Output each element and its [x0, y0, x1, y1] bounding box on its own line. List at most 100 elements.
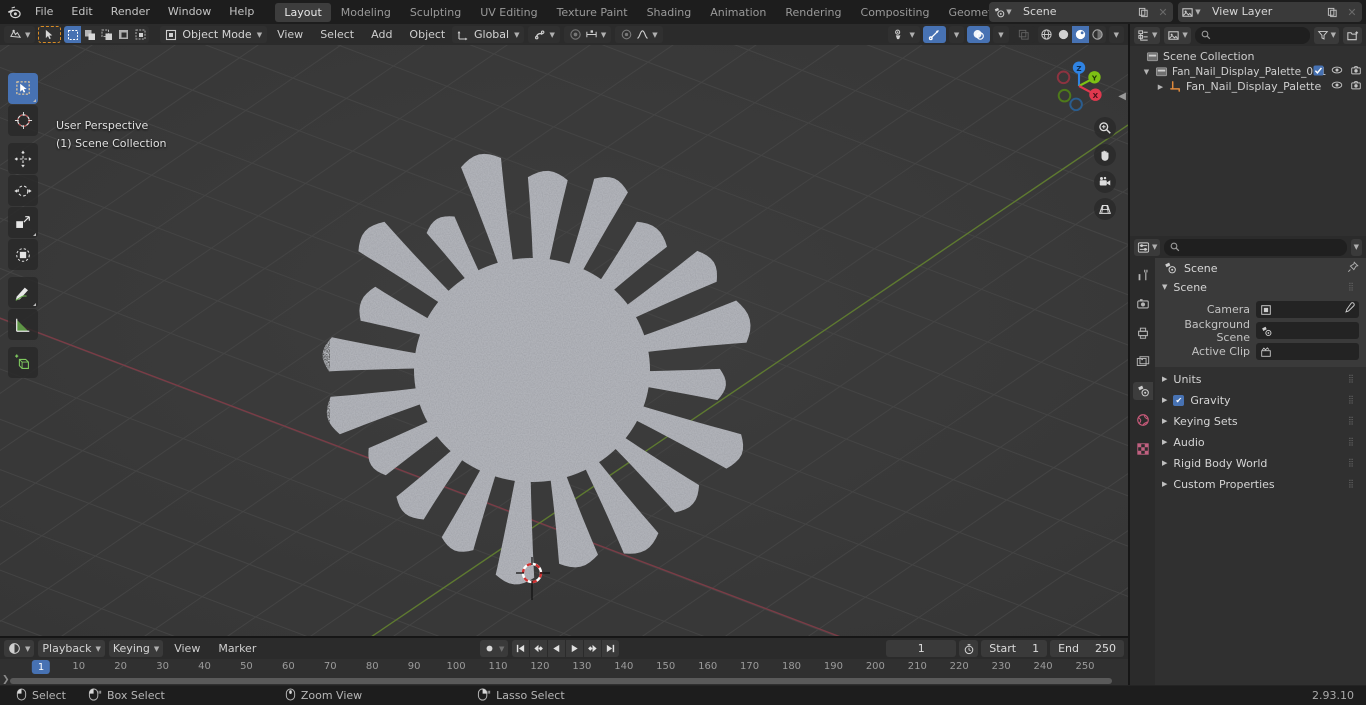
measure-tool[interactable]	[8, 309, 38, 340]
outliner-display-mode-button[interactable]: ▼	[1164, 26, 1191, 44]
panel-header-audio[interactable]: ▶ Audio ⣿	[1155, 433, 1366, 451]
grid-icon[interactable]	[1094, 198, 1116, 220]
eye-icon[interactable]	[1331, 64, 1343, 79]
scene-selector[interactable]: ▼ Scene ✕	[989, 2, 1173, 22]
outliner-editor-type-button[interactable]: ▼	[1134, 26, 1161, 44]
workspace-tab-animation[interactable]: Animation	[701, 3, 775, 22]
playback-dropdown[interactable]: Playback ▼	[38, 640, 105, 657]
tweak-mode-button[interactable]	[38, 26, 62, 43]
outliner-row-object[interactable]: ▶ Fan_Nail_Display_Palette	[1130, 79, 1366, 94]
outliner-search-input[interactable]	[1194, 26, 1310, 44]
shading-solid-icon[interactable]	[1055, 26, 1072, 43]
world-tab[interactable]	[1133, 411, 1153, 429]
select-subtract-icon[interactable]	[98, 26, 115, 43]
play-reverse-button[interactable]	[548, 640, 566, 657]
panel-header-rigid-body-world[interactable]: ▶ Rigid Body World ⣿	[1155, 454, 1366, 472]
workspace-tab-shading[interactable]: Shading	[638, 3, 701, 22]
move-tool[interactable]	[8, 143, 38, 174]
select-intersect-icon[interactable]	[132, 26, 149, 43]
eye-icon[interactable]	[1331, 79, 1343, 94]
gizmo-dropdown[interactable]: ▼	[948, 26, 965, 43]
scroll-expand-icon[interactable]: ❯	[2, 675, 10, 685]
blender-logo-icon[interactable]	[0, 0, 26, 24]
shading-rendered-icon[interactable]	[1089, 26, 1106, 43]
view-layer-icon[interactable]: ▼	[1178, 2, 1204, 22]
workspace-tab-modeling[interactable]: Modeling	[332, 3, 400, 22]
snap-magnet-button[interactable]: ▼	[528, 26, 560, 43]
panel-drag-handle[interactable]: ⣿	[1348, 375, 1360, 383]
panel-header-units[interactable]: ▶ Units ⣿	[1155, 370, 1366, 388]
properties-options-dropdown[interactable]: ▼	[1350, 238, 1362, 256]
workspace-tab-texture-paint[interactable]: Texture Paint	[548, 3, 637, 22]
next-keyframe-button[interactable]	[584, 640, 602, 657]
timeline-menu-marker[interactable]: Marker	[211, 640, 263, 657]
scene-icon[interactable]: ▼	[989, 2, 1015, 22]
remove-view-layer-button[interactable]: ✕	[1342, 2, 1362, 22]
panel-drag-handle[interactable]: ⣿	[1348, 459, 1360, 467]
show-gizmo-button[interactable]	[922, 26, 946, 43]
new-scene-button[interactable]	[1133, 2, 1153, 22]
shading-material-preview-icon[interactable]	[1071, 26, 1089, 43]
panel-header-custom-properties[interactable]: ▶ Custom Properties ⣿	[1155, 475, 1366, 493]
editor-type-button[interactable]: ▼	[4, 26, 36, 43]
current-frame-field[interactable]: 1	[886, 640, 957, 657]
menu-window[interactable]: Window	[159, 0, 220, 24]
new-collection-button[interactable]	[1343, 26, 1362, 44]
timeline-ruler[interactable]: 1 10 20 30 40 50 60 70 80 90 100 110 120 130 140 150 16…	[0, 659, 1128, 675]
eyedropper-icon[interactable]	[1343, 302, 1355, 317]
fan-nail-display-palette-mesh[interactable]	[0, 45, 1128, 638]
scene-tab[interactable]	[1132, 382, 1153, 400]
expand-down-icon[interactable]: ▼	[1140, 68, 1153, 76]
select-box-icon[interactable]	[64, 26, 82, 43]
panel-header-gravity[interactable]: ▶ ✔ Gravity ⣿	[1155, 391, 1366, 409]
output-tab[interactable]	[1133, 324, 1153, 342]
select-extend-icon[interactable]	[81, 26, 98, 43]
viewport-menu-object[interactable]: Object	[402, 26, 452, 43]
timeline-editor-type-button[interactable]: ▼	[4, 640, 35, 657]
show-overlays-button[interactable]	[967, 26, 991, 43]
camera-icon[interactable]	[1094, 171, 1116, 193]
menu-help[interactable]: Help	[220, 0, 263, 24]
background-scene-field[interactable]	[1256, 322, 1359, 339]
menu-render[interactable]: Render	[102, 0, 159, 24]
shading-wireframe-icon[interactable]	[1038, 26, 1055, 43]
transform-tool[interactable]	[8, 239, 38, 270]
xray-toggle-button[interactable]	[1011, 26, 1035, 43]
tool-tab[interactable]	[1133, 266, 1153, 284]
menu-edit[interactable]: Edit	[62, 0, 101, 24]
select-invert-icon[interactable]	[115, 26, 132, 43]
collection-checkbox[interactable]	[1313, 64, 1324, 79]
camera-render-icon[interactable]	[1350, 64, 1362, 79]
pin-icon[interactable]	[1347, 260, 1359, 276]
play-button[interactable]	[566, 640, 584, 657]
scene-name-field[interactable]: Scene	[1015, 2, 1133, 22]
sidebar-collapse-icon[interactable]: ◀	[1118, 91, 1126, 102]
zoom-icon[interactable]	[1094, 117, 1116, 139]
shading-dropdown[interactable]: ▼	[1108, 26, 1124, 43]
panel-header-scene[interactable]: ▼ Scene ⣿	[1155, 278, 1366, 296]
panel-drag-handle[interactable]: ⣿	[1348, 480, 1360, 488]
panel-drag-handle[interactable]: ⣿	[1348, 396, 1360, 404]
camera-render-icon[interactable]	[1350, 79, 1362, 94]
auto-keying-button[interactable]: ▼	[480, 640, 509, 657]
properties-editor-type-button[interactable]: ▼	[1134, 238, 1161, 256]
tweak-select-tool[interactable]	[8, 73, 38, 104]
proportional-falloff-group[interactable]: ▼	[615, 26, 663, 43]
camera-field[interactable]	[1256, 301, 1359, 318]
outliner-row-scene-collection[interactable]: Scene Collection	[1130, 49, 1366, 64]
gravity-checkbox[interactable]: ✔	[1173, 394, 1185, 406]
view-layer-selector[interactable]: ▼ View Layer ✕	[1178, 2, 1362, 22]
overlays-dropdown[interactable]: ▼	[993, 26, 1009, 43]
scale-tool[interactable]	[8, 207, 38, 238]
outliner-filter-button[interactable]: ▼	[1313, 26, 1339, 44]
timeline-menu-view[interactable]: View	[167, 640, 207, 657]
start-frame-field[interactable]: Start 1	[981, 640, 1048, 657]
properties-search-input[interactable]	[1164, 238, 1347, 256]
transform-orientation-dropdown[interactable]: Global ▼	[452, 26, 525, 43]
viewport-menu-view[interactable]: View	[270, 26, 310, 43]
outliner-row-collection[interactable]: ▼ Fan_Nail_Display_Palette_001	[1130, 64, 1366, 79]
3d-viewport[interactable]: User Perspective (1) Scene Collection ◀ …	[0, 45, 1128, 638]
active-clip-field[interactable]	[1256, 343, 1359, 360]
render-tab[interactable]	[1133, 295, 1153, 313]
new-view-layer-button[interactable]	[1322, 2, 1342, 22]
